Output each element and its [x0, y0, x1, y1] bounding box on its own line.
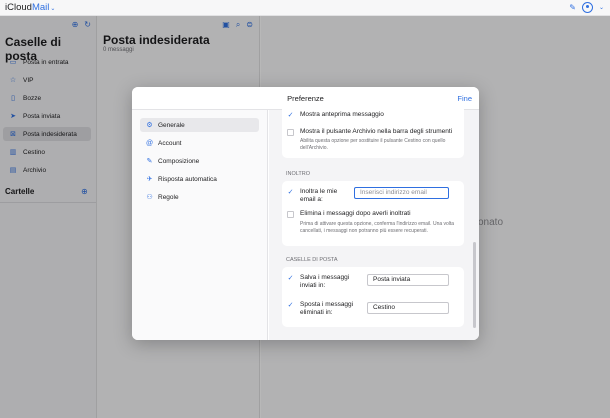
nav-item-label: Regole — [158, 193, 179, 201]
nav-item-auto-reply[interactable]: ✈ Risposta automatica — [140, 172, 259, 186]
show-preview-checkbox[interactable]: ✓ — [287, 112, 294, 119]
preferences-content: ✓ Mostra anteprima messaggio Mostra il p… — [269, 104, 479, 340]
preferences-nav-list: ⚙ Generale @ Account ✎ Composizione ✈ Ri… — [140, 118, 259, 208]
forward-row[interactable]: ✓ Inoltra le mie email a: — [287, 188, 354, 204]
nav-item-label: Composizione — [158, 157, 200, 165]
top-bar: iCloudMail⌄ ✎ ⌄ — [0, 0, 610, 16]
at-sign-icon: @ — [145, 139, 154, 147]
nav-item-general[interactable]: ⚙ Generale — [140, 118, 259, 132]
move-deleted-label: Sposta i messaggi eliminati in: — [300, 301, 354, 316]
show-archive-row[interactable]: Mostra il pulsante Archivio nella barra … — [287, 128, 452, 136]
brand-icloud: iCloud — [5, 2, 32, 13]
delete-after-forward-checkbox[interactable] — [287, 211, 294, 218]
forwarding-section-title: INOLTRO — [286, 171, 311, 177]
nav-item-label: Risposta automatica — [158, 175, 217, 183]
mailboxes-card: ✓ Salva i messaggi inviati in: Posta inv… — [282, 267, 464, 327]
delete-after-forward-row[interactable]: Elimina i messaggi dopo averli inoltrati — [287, 210, 411, 218]
save-sent-row[interactable]: ✓ Salva i messaggi inviati in: — [287, 274, 360, 290]
nav-item-composition[interactable]: ✎ Composizione — [140, 154, 259, 168]
delete-after-forward-label: Elimina i messaggi dopo averli inoltrati — [300, 210, 411, 217]
forward-email-input[interactable]: Inserisci indirizzo email — [354, 187, 449, 199]
move-deleted-checkbox[interactable]: ✓ — [287, 302, 294, 309]
nav-item-rules[interactable]: ⚇ Regole — [140, 190, 259, 204]
general-card: ✓ Mostra anteprima messaggio Mostra il p… — [282, 104, 464, 158]
preferences-dialog: Preferenze Fine ⚙ Generale @ Account ✎ C… — [132, 87, 479, 340]
brand-mail: Mail — [31, 2, 50, 13]
avatar-icon[interactable] — [581, 2, 593, 13]
show-archive-help: Abilita questa opzione per sostituire il… — [300, 138, 446, 151]
preferences-nav: ⚙ Generale @ Account ✎ Composizione ✈ Ri… — [132, 110, 268, 340]
save-sent-label: Salva i messaggi inviati in: — [300, 274, 350, 289]
move-deleted-select[interactable]: Cestino — [367, 302, 449, 314]
compose-icon[interactable]: ✎ — [569, 3, 576, 13]
forward-label: Inoltra le mie email a: — [300, 188, 338, 203]
done-button[interactable]: Fine — [457, 94, 472, 103]
mailboxes-section-title: CASELLE DI POSTA — [286, 257, 338, 263]
show-preview-label: Mostra anteprima messaggio — [300, 111, 384, 118]
app-brand[interactable]: iCloudMail⌄ — [5, 2, 55, 13]
top-icons: ✎ ⌄ — [569, 2, 604, 13]
forwarding-card: ✓ Inoltra le mie email a: Inserisci indi… — [282, 181, 464, 246]
show-preview-row[interactable]: ✓ Mostra anteprima messaggio — [287, 111, 384, 119]
chevron-down-icon: ⌄ — [50, 6, 56, 12]
save-sent-select[interactable]: Posta inviata — [367, 274, 449, 286]
move-deleted-row[interactable]: ✓ Sposta i messaggi eliminati in: — [287, 301, 360, 317]
nav-item-label: Generale — [158, 121, 185, 129]
compose-icon: ✎ — [146, 158, 153, 165]
gear-icon: ⚙ — [146, 122, 153, 129]
save-sent-checkbox[interactable]: ✓ — [287, 275, 294, 282]
nav-item-account[interactable]: @ Account — [140, 136, 259, 150]
show-archive-label: Mostra il pulsante Archivio nella barra … — [300, 128, 453, 135]
dialog-title: Preferenze — [287, 94, 324, 103]
chevron-down-icon[interactable]: ⌄ — [599, 3, 604, 13]
show-archive-checkbox[interactable] — [287, 129, 294, 136]
delete-after-forward-help: Prima di attivare questa opzione, confer… — [300, 221, 455, 234]
rules-icon: ⚇ — [146, 194, 153, 201]
nav-item-label: Account — [158, 139, 182, 147]
auto-reply-icon: ✈ — [146, 176, 153, 183]
content-scrollbar[interactable] — [473, 242, 476, 328]
forward-checkbox[interactable]: ✓ — [287, 189, 294, 196]
